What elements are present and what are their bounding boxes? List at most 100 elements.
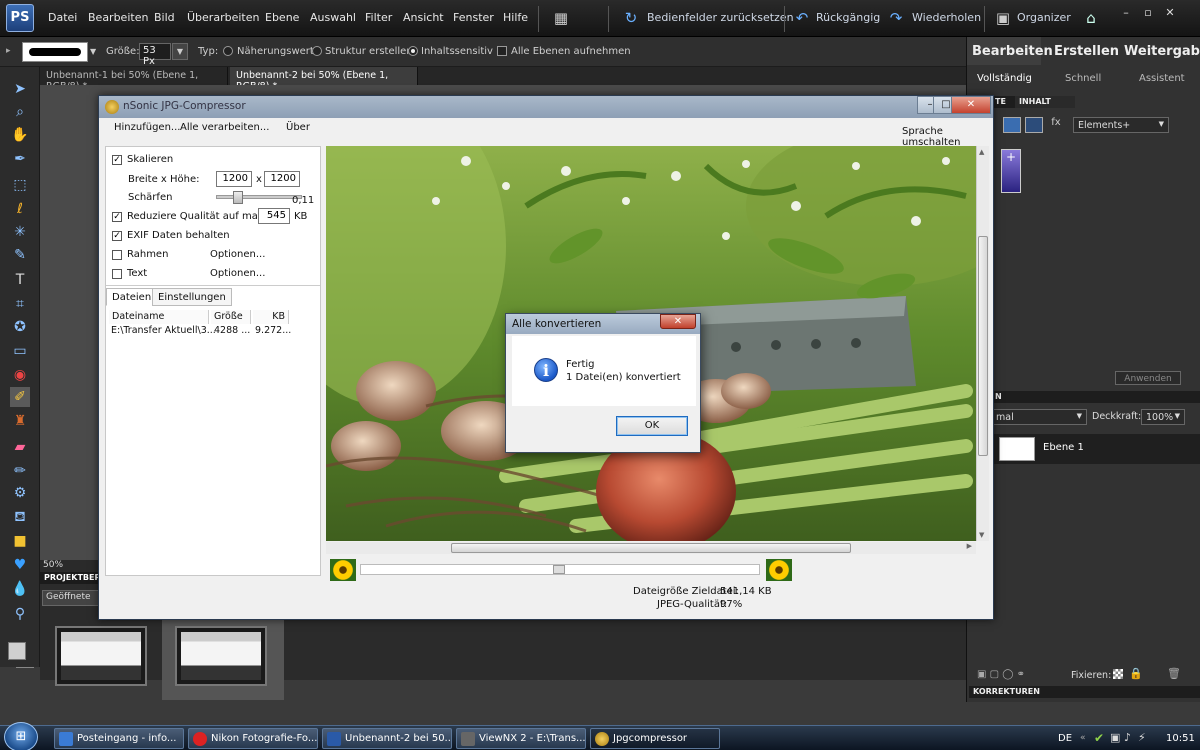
menu-bild[interactable]: Bild xyxy=(154,11,175,24)
layer-row[interactable]: Ebene 1 xyxy=(993,434,1200,464)
eyedropper-tool-icon[interactable]: ✒ xyxy=(10,149,30,169)
column-filename[interactable]: Dateiname xyxy=(109,310,209,324)
sunflower-thumb-icon[interactable] xyxy=(766,559,792,581)
blur-tool-icon[interactable]: 💧 xyxy=(10,579,30,599)
type-tool-icon[interactable]: T xyxy=(10,270,30,290)
subtab-vollstaendig[interactable]: Vollständig xyxy=(977,73,1032,84)
layer-buttons-icon[interactable]: ▣ ▢ ◯ ⚭ xyxy=(977,669,1025,680)
sharpen-slider[interactable] xyxy=(216,191,302,204)
menu-hilfe[interactable]: Hilfe xyxy=(503,11,528,24)
reset-panels-icon[interactable]: ↻ xyxy=(622,9,640,27)
lock-icon[interactable]: 🔒 xyxy=(1129,667,1143,680)
ok-button[interactable]: OK xyxy=(616,416,688,436)
input-language[interactable]: DE xyxy=(1058,733,1072,744)
close-icon[interactable]: ✕ xyxy=(1162,6,1178,20)
effect-thumbnail[interactable]: + xyxy=(1001,149,1021,193)
scroll-down-icon[interactable]: ▼ xyxy=(979,531,984,539)
apply-button[interactable]: Anwenden xyxy=(1115,371,1181,385)
max-kb-input[interactable]: 545 xyxy=(258,208,290,224)
subtab-schnell[interactable]: Schnell xyxy=(1065,73,1101,84)
organizer-icon[interactable]: ▣ xyxy=(994,9,1012,27)
menu-auswahl[interactable]: Auswahl xyxy=(310,11,356,24)
type-radio-approx[interactable] xyxy=(223,46,233,56)
blend-mode-dropdown[interactable]: mal ▼ xyxy=(991,409,1087,425)
taskbar-item-viewnx[interactable]: ViewNX 2 - E:\Trans... xyxy=(456,728,586,749)
project-thumb-2[interactable] xyxy=(175,626,267,686)
redo-button[interactable]: Wiederholen xyxy=(912,11,981,24)
red-eye-tool-icon[interactable]: ◉ xyxy=(10,365,30,385)
healing-brush-tool-icon[interactable]: ✐ xyxy=(10,387,30,407)
menu-filter[interactable]: Filter xyxy=(365,11,392,24)
compare-slider[interactable] xyxy=(360,564,760,575)
menu-bearbeiten[interactable]: Bearbeiten xyxy=(88,11,148,24)
jpg-titlebar[interactable]: nSonic JPG-Compressor – □ ✕ xyxy=(99,96,993,118)
brush-tool-icon[interactable]: ✏ xyxy=(10,461,30,481)
lock-transparency-icon[interactable] xyxy=(1113,669,1123,679)
tab-files[interactable]: Dateien xyxy=(106,288,158,306)
scale-checkbox[interactable]: ✓ xyxy=(112,155,122,165)
scroll-up-icon[interactable]: ▲ xyxy=(979,148,984,156)
tab-unbenannt-2[interactable]: Unbenannt-2 bei 50% (Ebene 1, RGB/8) * xyxy=(230,67,418,92)
menu-ansicht[interactable]: Ansicht xyxy=(403,11,444,24)
app-logo-icon[interactable]: PS xyxy=(6,4,34,32)
exif-checkbox[interactable]: ✓ xyxy=(112,231,122,241)
zoom-tool-icon[interactable]: ⌕ xyxy=(10,102,30,122)
brush-preset-picker[interactable] xyxy=(22,42,88,62)
foreground-color-swatch[interactable] xyxy=(8,642,26,660)
tray-power-icon[interactable]: ⚡ xyxy=(1138,731,1146,744)
all-layers-checkbox[interactable] xyxy=(497,46,507,56)
taskbar-item-browser[interactable]: Nikon Fotografie-Fo... xyxy=(188,728,318,749)
straighten-tool-icon[interactable]: ▭ xyxy=(10,341,30,361)
effects-tab-inhalt[interactable]: INHALT xyxy=(1015,96,1075,108)
marquee-tool-icon[interactable]: ⬚ xyxy=(10,175,30,195)
mode-tab-weitergabe[interactable]: Weitergabe xyxy=(1119,37,1200,65)
effects-fx-icon[interactable]: fx xyxy=(1047,117,1065,133)
clock[interactable]: 10:51 xyxy=(1166,733,1195,744)
slider-handle[interactable] xyxy=(233,191,243,204)
tray-chevron-icon[interactable]: « xyxy=(1080,733,1086,743)
height-input[interactable]: 1200 xyxy=(264,171,300,187)
magic-wand-tool-icon[interactable]: ✳ xyxy=(10,222,30,242)
text-options-button[interactable]: Optionen... xyxy=(210,268,265,279)
undo-icon[interactable]: ↶ xyxy=(793,9,811,27)
menu-switch-language[interactable]: Sprache umschalten xyxy=(902,126,993,148)
home-icon[interactable]: ⌂ xyxy=(1082,9,1100,27)
taskbar-item-jpgcompressor[interactable]: Jpgcompressor xyxy=(590,728,720,749)
menu-ueberarbeiten[interactable]: Überarbeiten xyxy=(187,11,259,24)
clone-stamp-tool-icon[interactable]: ♜ xyxy=(10,411,30,431)
sunflower-thumb-icon[interactable] xyxy=(330,559,356,581)
shape-tool-icon[interactable]: ♥ xyxy=(10,555,30,575)
menu-process-all[interactable]: Alle verarbeiten... xyxy=(180,122,269,133)
dialog-titlebar[interactable]: Alle konvertieren ✕ xyxy=(506,314,700,334)
effects-filter-icon[interactable] xyxy=(1003,117,1021,133)
move-tool-icon[interactable]: ➤ xyxy=(10,79,30,99)
elements-plus-dropdown[interactable]: Elements+ ▼ xyxy=(1073,117,1169,133)
column-size[interactable]: Größe xyxy=(211,310,251,324)
text-checkbox[interactable] xyxy=(112,269,122,279)
zoom-level[interactable]: 50% xyxy=(40,560,100,572)
mode-tab-bearbeiten[interactable]: Bearbeiten xyxy=(967,37,1053,65)
compare-slider-handle[interactable] xyxy=(553,565,565,574)
network-icon[interactable]: ✔ xyxy=(1094,731,1104,745)
layout-icon[interactable]: ▦ xyxy=(552,9,570,27)
dialog-close-button[interactable]: ✕ xyxy=(660,314,696,329)
trash-icon[interactable]: 🗑 xyxy=(1167,667,1181,680)
eraser-tool-icon[interactable]: ▰ xyxy=(10,437,30,457)
size-input[interactable]: 53 Px xyxy=(139,43,171,67)
effects-tab-te[interactable]: TE xyxy=(991,96,1015,108)
tab-unbenannt-1[interactable]: Unbenannt-1 bei 50% (Ebene 1, RGB/8) * xyxy=(40,67,228,92)
mode-tab-erstellen[interactable]: Erstellen xyxy=(1049,37,1119,65)
scroll-right-icon[interactable]: ▶ xyxy=(967,542,972,550)
project-thumb-1[interactable] xyxy=(55,626,147,686)
tray-app-icon[interactable]: ▣ xyxy=(1110,731,1120,744)
width-input[interactable]: 1200 xyxy=(216,171,252,187)
jpg-close-button[interactable]: ✕ xyxy=(951,96,991,114)
project-bin-select[interactable]: Geöffnete xyxy=(42,590,100,606)
subtab-assistent[interactable]: Assistent xyxy=(1139,73,1185,84)
paint-bucket-tool-icon[interactable]: ⛾ xyxy=(10,507,30,527)
minimize-icon[interactable]: – xyxy=(1118,6,1134,20)
volume-icon[interactable]: ♪ xyxy=(1124,731,1131,744)
frame-checkbox[interactable] xyxy=(112,250,122,260)
reset-panels-button[interactable]: Bedienfelder zurücksetzen xyxy=(647,11,794,24)
hand-tool-icon[interactable]: ✋ xyxy=(10,125,30,145)
